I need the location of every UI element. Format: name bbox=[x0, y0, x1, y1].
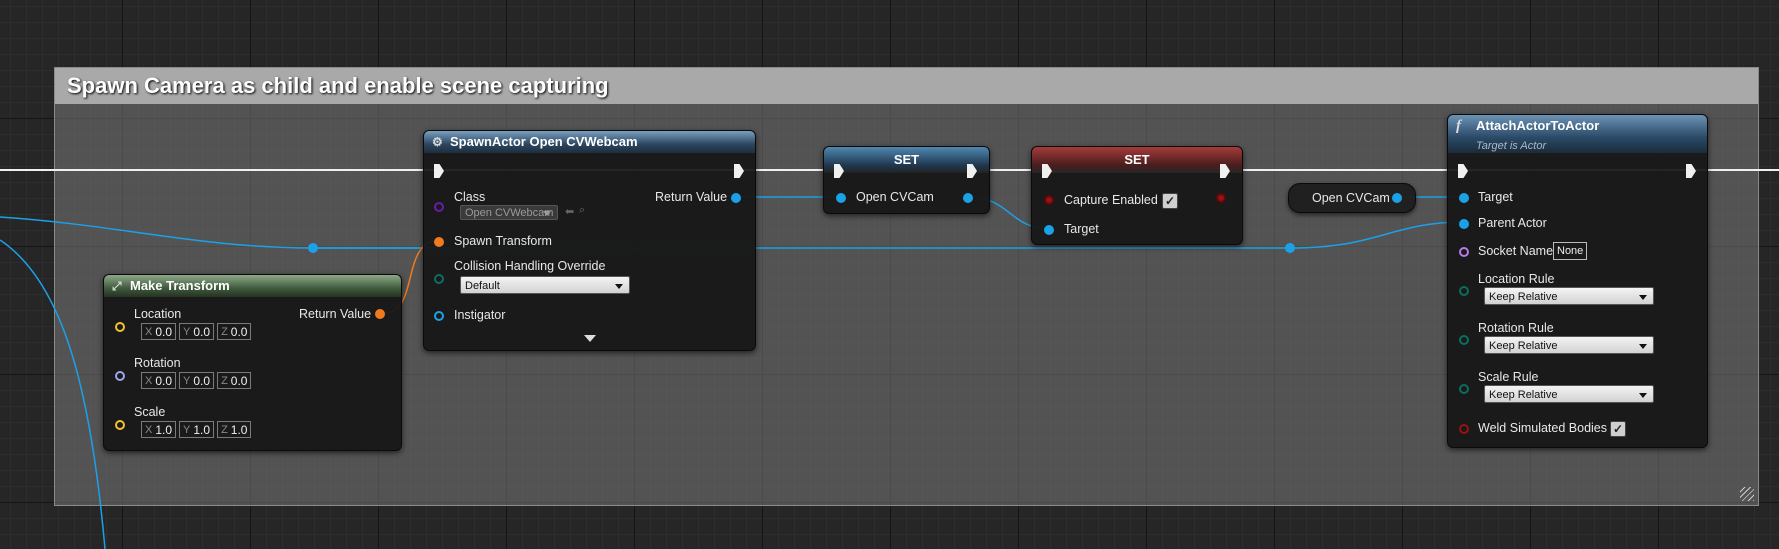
return-value-label: Return Value bbox=[655, 190, 728, 204]
collision-label: Collision Handling Override bbox=[454, 259, 606, 273]
location-pin[interactable] bbox=[115, 322, 125, 332]
return-value-pin[interactable] bbox=[731, 193, 741, 203]
location-x-input[interactable]: 0.0 bbox=[155, 325, 175, 339]
reroute-node bbox=[308, 243, 318, 253]
scale-vector: X 1.0 Y 1.0 Z 1.0 bbox=[141, 421, 252, 438]
scale-rule-pin[interactable] bbox=[1459, 384, 1469, 394]
spawn-actor-header[interactable]: ⚙ SpawnActor Open CVWebcam bbox=[424, 131, 755, 153]
expand-chevron-icon[interactable] bbox=[584, 335, 596, 342]
location-vector: X 0.0 Y 0.0 Z 0.0 bbox=[141, 323, 252, 340]
parent-actor-pin[interactable] bbox=[1459, 219, 1469, 229]
spawn-actor-title: SpawnActor Open CVWebcam bbox=[450, 134, 638, 149]
location-y-input[interactable]: 0.0 bbox=[193, 325, 213, 339]
class-dropdown[interactable]: Open CVWebcam bbox=[460, 205, 558, 220]
target-pin[interactable] bbox=[1044, 225, 1054, 235]
scale-z-input[interactable]: 1.0 bbox=[231, 423, 251, 437]
collision-dropdown[interactable]: Default bbox=[460, 276, 630, 294]
rotation-z-input[interactable]: 0.0 bbox=[231, 374, 251, 388]
open-cvcam-in-pin[interactable] bbox=[836, 193, 846, 203]
scale-pin[interactable] bbox=[115, 420, 125, 430]
make-transform-node[interactable]: ⤢ Make Transform Location X 0.0 Y 0.0 Z 0.0… bbox=[103, 274, 402, 451]
socket-name-input[interactable]: None bbox=[1553, 242, 1588, 260]
make-transform-header[interactable]: ⤢ Make Transform bbox=[104, 275, 401, 297]
return-value-label: Return Value bbox=[299, 307, 372, 321]
spawn-gear-icon: ⚙ bbox=[432, 135, 443, 149]
set-header[interactable]: SET bbox=[1032, 147, 1242, 173]
parent-actor-label: Parent Actor bbox=[1478, 216, 1547, 230]
scale-rule-dropdown[interactable]: Keep Relative bbox=[1484, 385, 1654, 403]
open-cvcam-out-pin[interactable] bbox=[963, 193, 973, 203]
object-wire-down bbox=[0, 239, 106, 549]
instigator-label: Instigator bbox=[454, 308, 506, 322]
class-label: Class bbox=[454, 190, 486, 204]
socket-name-label: Socket Name bbox=[1478, 244, 1554, 258]
socket-name-pin[interactable] bbox=[1459, 247, 1469, 257]
make-transform-title: Make Transform bbox=[130, 278, 230, 293]
set-capture-enabled-node[interactable]: SET Capture Enabled ✓ Target bbox=[1031, 146, 1243, 245]
rotation-rule-label: Rotation Rule bbox=[1478, 321, 1554, 335]
collision-pin[interactable] bbox=[434, 274, 444, 284]
attach-actor-title: AttachActorToActor bbox=[1476, 118, 1600, 133]
scale-x-input[interactable]: 1.0 bbox=[155, 423, 175, 437]
spawn-transform-pin[interactable] bbox=[434, 237, 444, 247]
capture-enabled-out-pin[interactable] bbox=[1216, 193, 1226, 203]
object-wire-left bbox=[0, 216, 435, 249]
target-pin[interactable] bbox=[1459, 193, 1469, 203]
target-label: Target bbox=[1478, 190, 1513, 204]
reroute-node bbox=[1285, 243, 1295, 253]
capture-enabled-label: Capture Enabled bbox=[1064, 193, 1158, 207]
scale-label: Scale bbox=[134, 405, 166, 419]
rotation-vector: X 0.0 Y 0.0 Z 0.0 bbox=[141, 372, 252, 389]
exec-out-pin[interactable] bbox=[734, 164, 744, 178]
open-cvcam-label: Open CVCam bbox=[856, 190, 934, 204]
exec-out-pin[interactable] bbox=[1686, 164, 1696, 178]
rotation-rule-dropdown[interactable]: Keep Relative bbox=[1484, 336, 1654, 354]
return-value-pin[interactable] bbox=[375, 309, 385, 319]
location-rule-pin[interactable] bbox=[1459, 286, 1469, 296]
location-rule-dropdown[interactable]: Keep Relative bbox=[1484, 287, 1654, 305]
weld-bodies-label: Weld Simulated Bodies bbox=[1478, 421, 1608, 435]
make-struct-icon: ⤢ bbox=[112, 279, 122, 293]
function-icon: f bbox=[1456, 118, 1461, 134]
set-header[interactable]: SET bbox=[824, 147, 989, 173]
capture-enabled-checkbox[interactable]: ✓ bbox=[1162, 193, 1178, 209]
attach-actor-header[interactable]: f AttachActorToActor Target is Actor bbox=[1448, 115, 1707, 153]
rotation-x-input[interactable]: 0.0 bbox=[155, 374, 175, 388]
location-z-input[interactable]: 0.0 bbox=[231, 325, 251, 339]
location-label: Location bbox=[134, 307, 182, 321]
open-cvcam-getter-pin[interactable] bbox=[1392, 193, 1402, 203]
location-rule-label: Location Rule bbox=[1478, 272, 1555, 286]
open-cvcam-getter-label: Open CVCam bbox=[1312, 191, 1390, 205]
attach-actor-node[interactable]: f AttachActorToActor Target is Actor Tar… bbox=[1447, 114, 1708, 448]
scale-y-input[interactable]: 1.0 bbox=[193, 423, 213, 437]
set-open-cvcam-node[interactable]: SET Open CVCam bbox=[823, 146, 990, 214]
exec-in-pin[interactable] bbox=[1458, 164, 1468, 178]
attach-actor-subtitle: Target is Actor bbox=[1476, 140, 1547, 152]
exec-in-pin[interactable] bbox=[434, 164, 444, 178]
rotation-label: Rotation bbox=[134, 356, 181, 370]
open-cvcam-getter-node[interactable]: Open CVCam bbox=[1288, 183, 1416, 213]
instigator-pin[interactable] bbox=[434, 311, 444, 321]
class-pin[interactable] bbox=[434, 202, 444, 212]
target-label: Target bbox=[1064, 222, 1099, 236]
spawn-actor-node[interactable]: ⚙ SpawnActor Open CVWebcam Class Open CV… bbox=[423, 130, 756, 351]
capture-enabled-in-pin[interactable] bbox=[1044, 195, 1054, 205]
rotation-pin[interactable] bbox=[115, 371, 125, 381]
browse-arrow-icon[interactable]: ⬅ bbox=[565, 205, 574, 218]
scale-rule-label: Scale Rule bbox=[1478, 370, 1539, 384]
weld-bodies-pin[interactable] bbox=[1459, 424, 1469, 434]
rotation-y-input[interactable]: 0.0 bbox=[193, 374, 213, 388]
weld-bodies-checkbox[interactable]: ✓ bbox=[1610, 421, 1626, 437]
search-icon[interactable]: ⌕ bbox=[579, 204, 585, 217]
rotation-rule-pin[interactable] bbox=[1459, 335, 1469, 345]
spawn-transform-label: Spawn Transform bbox=[454, 234, 552, 248]
